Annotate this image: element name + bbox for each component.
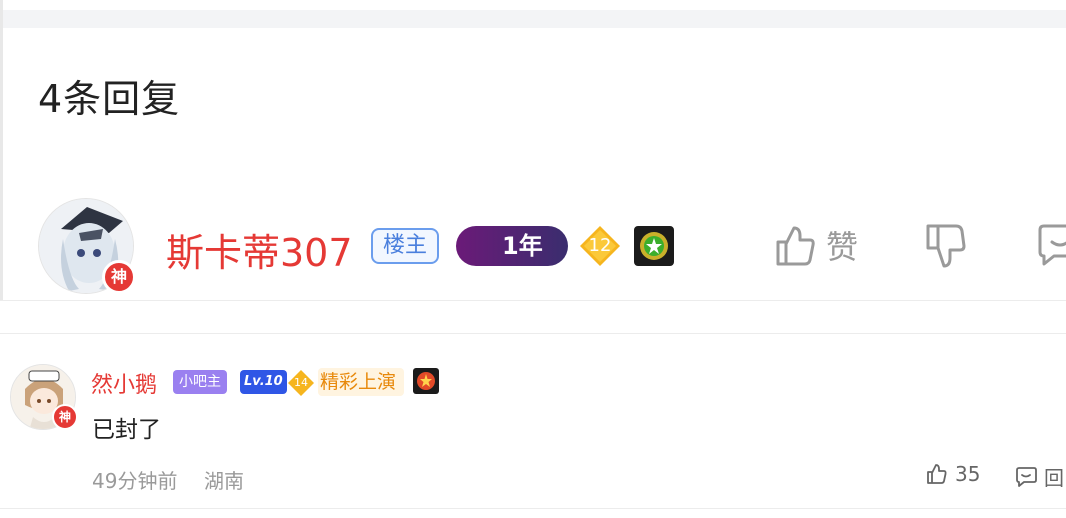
like-label: 赞 [826,228,859,266]
timestamp: 49分钟前 [92,469,178,493]
god-badge: 神 [102,260,136,294]
role-badge-xiaobazhu: 小吧主 [173,370,227,394]
lv-badge: Lv.10 [240,370,287,394]
op-post-row: 神 斯卡蒂307 楼主 1年 12 赞 [38,198,1066,298]
comment-button[interactable] [1032,220,1066,270]
dislike-button[interactable] [920,220,970,270]
sub-reply-content: 已封了 [92,417,161,443]
top-separator-strip [0,10,1066,28]
thumbs-down-icon [926,224,966,268]
op-username[interactable]: 斯卡蒂307 [166,222,353,277]
like-button[interactable]: 赞 [772,220,858,270]
star-medal-badge [634,226,674,266]
star-medal-badge [413,368,439,394]
sub-reply-username[interactable]: 然小鹅 [91,367,157,399]
title-badge: 精彩上演 [318,368,405,396]
sub-like-button[interactable]: 35 [925,462,980,486]
level-number: 14 [294,376,308,389]
comment-bubble-icon [1016,466,1037,487]
left-border [0,0,3,300]
thumbs-up-icon [927,464,947,484]
reply-label: 回 [1044,466,1064,490]
membership-year-badge: 1年 [456,226,568,266]
level-number: 12 [588,235,612,256]
location: 湖南 [204,469,244,493]
comment-bubble-icon [1038,224,1066,266]
divider [0,508,1066,509]
divider [0,333,1066,334]
star-medal-icon [640,232,668,260]
star-medal-icon [417,372,435,390]
divider [0,300,1066,301]
level-badge: 14 [287,369,315,397]
thumbs-up-icon [776,226,815,266]
reply-count-heading: 4条回复 [38,77,181,121]
god-badge: 神 [52,404,78,430]
sub-reply-button[interactable]: 回 [1014,462,1064,491]
role-badge-louzhu: 楼主 [371,228,440,264]
level-badge: 12 [578,224,622,268]
like-count: 35 [955,462,981,486]
